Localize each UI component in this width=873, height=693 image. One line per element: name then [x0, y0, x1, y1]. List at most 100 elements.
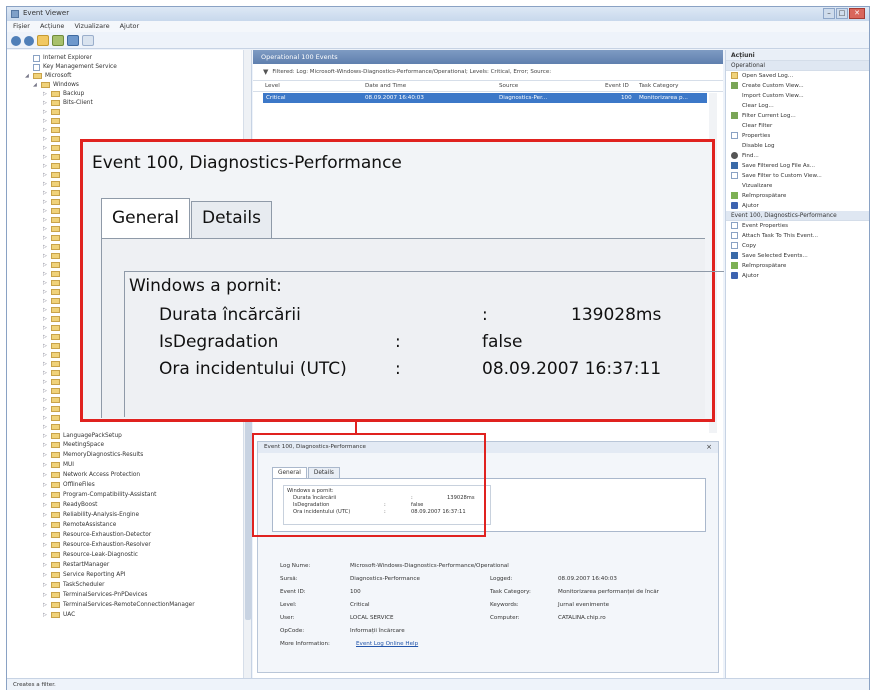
- menu-file[interactable]: Fișier: [13, 21, 30, 32]
- tree-item[interactable]: ▷ TaskScheduler: [43, 581, 105, 589]
- tree-item[interactable]: ▷: [43, 180, 60, 188]
- tree-item[interactable]: ▷ Bits-Client: [43, 99, 93, 107]
- expand-icon[interactable]: ▷: [43, 502, 48, 508]
- expand-icon[interactable]: ▷: [43, 452, 48, 458]
- tree-item[interactable]: ▷ MUI: [43, 461, 74, 469]
- expand-icon[interactable]: ▷: [43, 433, 48, 439]
- action-save-filtered-log[interactable]: Save Filtered Log File As...: [726, 161, 869, 171]
- tree-item[interactable]: ▷: [43, 405, 60, 413]
- tree-item[interactable]: ▷: [43, 126, 60, 134]
- tree-item[interactable]: ▷: [43, 189, 60, 197]
- action-filter-current-log[interactable]: Filter Current Log...: [726, 111, 869, 121]
- tree-item[interactable]: ▷: [43, 396, 60, 404]
- tree-item[interactable]: ▷ Backup: [43, 90, 84, 98]
- tree-item[interactable]: ▷: [43, 117, 60, 125]
- action-refresh[interactable]: Reîmprospătare: [726, 191, 869, 201]
- action-copy[interactable]: Copy: [726, 241, 869, 251]
- tree-item[interactable]: ▷: [43, 234, 60, 242]
- tree-item[interactable]: ▷ TerminalServices-PnPDevices: [43, 591, 147, 599]
- collapse-icon[interactable]: ◢: [33, 82, 38, 88]
- tree-item[interactable]: ▷ Network Access Protection: [43, 471, 140, 479]
- minimize-button[interactable]: –: [823, 8, 835, 19]
- close-icon[interactable]: ×: [706, 443, 712, 451]
- tree-item[interactable]: ▷: [43, 333, 60, 341]
- expand-icon[interactable]: ▷: [43, 612, 48, 618]
- expand-icon[interactable]: ▷: [43, 472, 48, 478]
- tree-item[interactable]: ▷: [43, 270, 60, 278]
- online-help-link[interactable]: Event Log Online Help: [356, 641, 418, 647]
- tree-item[interactable]: ▷: [43, 162, 60, 170]
- expand-icon[interactable]: ▷: [43, 462, 48, 468]
- tree-item[interactable]: ▷ OfflineFiles: [43, 481, 95, 489]
- tree-item[interactable]: ▷ TerminalServices-RemoteConnectionManage…: [43, 601, 195, 609]
- tree-item[interactable]: ◢ Microsoft: [25, 72, 71, 80]
- help-icon[interactable]: [67, 35, 79, 46]
- tree-item[interactable]: ▷: [43, 207, 60, 215]
- tree-item[interactable]: ▷ LanguagePackSetup: [43, 432, 122, 440]
- expand-icon[interactable]: ▷: [43, 542, 48, 548]
- action-event-properties[interactable]: Event Properties: [726, 221, 869, 231]
- tree-item[interactable]: ▷: [43, 288, 60, 296]
- menu-action[interactable]: Acțiune: [40, 21, 65, 32]
- expand-icon[interactable]: ▷: [43, 532, 48, 538]
- tree-item[interactable]: ▷ MemoryDiagnostics-Results: [43, 451, 143, 459]
- action-create-custom-view[interactable]: Create Custom View...: [726, 81, 869, 91]
- action-save-selected[interactable]: Save Selected Events...: [726, 251, 869, 261]
- tree-item[interactable]: ▷: [43, 297, 60, 305]
- close-button[interactable]: ✕: [849, 8, 865, 19]
- menu-view[interactable]: Vizualizare: [74, 21, 109, 32]
- tree-item[interactable]: ▷: [43, 252, 60, 260]
- action-open-saved-log[interactable]: Open Saved Log...: [726, 71, 869, 81]
- tree-item[interactable]: ▷: [43, 414, 60, 422]
- column-task-category[interactable]: Task Category: [639, 83, 678, 89]
- action-import-custom-view[interactable]: Import Custom View...: [726, 91, 869, 101]
- tree-item[interactable]: ▷: [43, 351, 60, 359]
- tree-item[interactable]: ▷: [43, 216, 60, 224]
- tree-item[interactable]: ▷: [43, 135, 60, 143]
- expand-icon[interactable]: ▷: [43, 482, 48, 488]
- tree-item[interactable]: ▷: [43, 360, 60, 368]
- tree-item[interactable]: ▷: [43, 369, 60, 377]
- menu-help[interactable]: Ajutor: [120, 21, 140, 32]
- tree-item[interactable]: ▷ Resource-Leak-Diagnostic: [43, 551, 138, 559]
- tree-item[interactable]: ▷: [43, 144, 60, 152]
- tree-item[interactable]: ▷: [43, 342, 60, 350]
- tree-item[interactable]: ▷: [43, 108, 60, 116]
- tree-item[interactable]: ▷ Resource-Exhaustion-Detector: [43, 531, 151, 539]
- tree-item[interactable]: ▷: [43, 324, 60, 332]
- expand-icon[interactable]: ▷: [43, 572, 48, 578]
- tree-item[interactable]: ▷: [43, 198, 60, 206]
- column-datetime[interactable]: Date and Time: [365, 83, 406, 89]
- tree-item[interactable]: ▷: [43, 261, 60, 269]
- action-help[interactable]: Ajutor: [726, 201, 869, 211]
- forward-icon[interactable]: [24, 36, 34, 46]
- expand-icon[interactable]: ▷: [43, 442, 48, 448]
- tree-item[interactable]: ▷ ReadyBoost: [43, 501, 97, 509]
- tree-item[interactable]: Key Management Service: [33, 63, 117, 71]
- action-refresh-event[interactable]: Reîmprospătare: [726, 261, 869, 271]
- tree-item[interactable]: ▷ MeetingSpace: [43, 441, 104, 449]
- folder-icon[interactable]: [37, 35, 49, 46]
- tree-item[interactable]: ▷: [43, 378, 60, 386]
- tree-item[interactable]: ▷: [43, 153, 60, 161]
- action-view[interactable]: Vizualizare: [726, 181, 869, 191]
- column-level[interactable]: Level: [265, 83, 280, 89]
- column-event-id[interactable]: Event ID: [605, 83, 629, 89]
- tree-item[interactable]: ▷ Program-Compatibility-Assistant: [43, 491, 156, 499]
- action-properties[interactable]: Properties: [726, 131, 869, 141]
- expand-icon[interactable]: ▷: [43, 512, 48, 518]
- actions-section-log[interactable]: Operational: [726, 61, 869, 71]
- tree-item[interactable]: ▷: [43, 171, 60, 179]
- expand-icon[interactable]: ▷: [43, 602, 48, 608]
- tree-item[interactable]: ▷ RemoteAssistance: [43, 521, 116, 529]
- tree-item[interactable]: ▷: [43, 423, 60, 431]
- action-attach-task[interactable]: Attach Task To This Event...: [726, 231, 869, 241]
- expand-icon[interactable]: ▷: [43, 562, 48, 568]
- tree-item[interactable]: Internet Explorer: [33, 54, 92, 62]
- action-clear-filter[interactable]: Clear Filter: [726, 121, 869, 131]
- tree-item[interactable]: ▷ Service Reporting API: [43, 571, 125, 579]
- action-clear-log[interactable]: Clear Log...: [726, 101, 869, 111]
- expand-icon[interactable]: ▷: [43, 492, 48, 498]
- expand-icon[interactable]: ▷: [43, 522, 48, 528]
- tree-item[interactable]: ▷: [43, 315, 60, 323]
